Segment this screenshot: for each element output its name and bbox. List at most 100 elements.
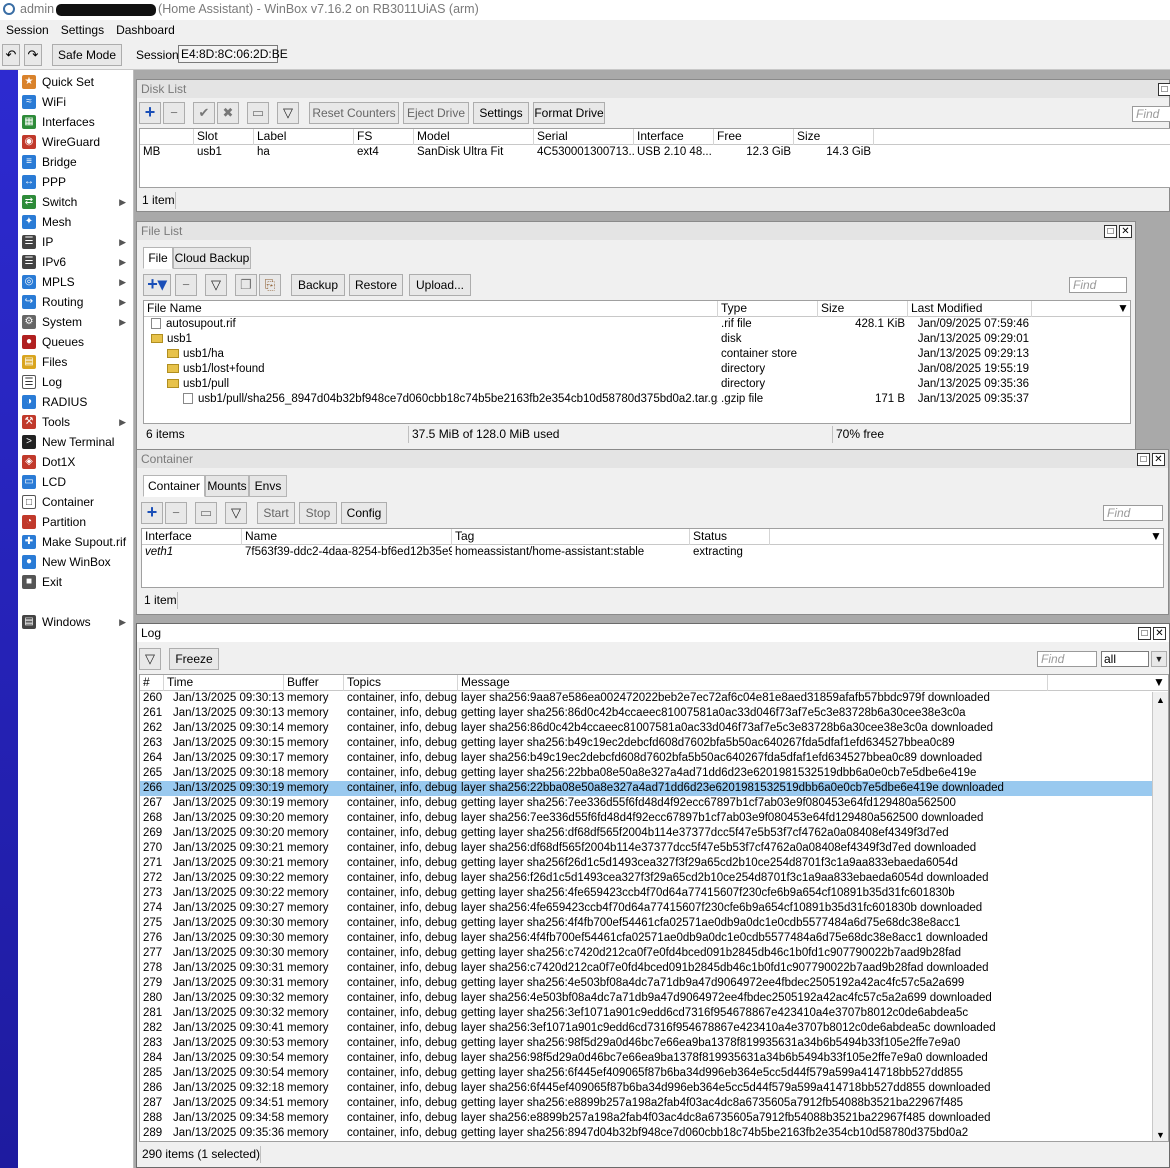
- scroll-up-icon[interactable]: ▲: [1156, 695, 1165, 705]
- sidebar-item-queues[interactable]: ● Queues: [22, 332, 132, 352]
- col-last-modified[interactable]: Last Modified: [908, 301, 1032, 317]
- log-row[interactable]: 286 Jan/13/2025 09:32:18 memory container, …: [140, 1081, 1152, 1096]
- remove-icon[interactable]: −: [163, 102, 185, 124]
- col-serial[interactable]: Serial: [534, 129, 634, 145]
- col-type[interactable]: Type: [718, 301, 818, 317]
- table-row[interactable]: usb1/pull/sha256_8947d04b32bf948ce7d060c…: [144, 392, 1130, 407]
- add-icon[interactable]: +: [141, 502, 163, 524]
- sidebar-item-windows[interactable]: ▤ Windows ▶: [22, 612, 132, 632]
- disk-settings-button[interactable]: Settings: [473, 102, 529, 124]
- log-row[interactable]: 260 Jan/13/2025 09:30:13 memory container, …: [140, 691, 1152, 706]
- col-free[interactable]: Free: [714, 129, 794, 145]
- log-row[interactable]: 285 Jan/13/2025 09:30:54 memory container, …: [140, 1066, 1152, 1081]
- upload-button[interactable]: Upload...: [409, 274, 471, 296]
- container-find-input[interactable]: Find: [1103, 505, 1163, 521]
- sidebar-item-make-supout-rif[interactable]: ✚ Make Supout.rif: [22, 532, 132, 552]
- column-menu-icon[interactable]: ▼: [1147, 529, 1163, 545]
- window-maximize-icon[interactable]: □: [1138, 627, 1151, 640]
- window-close-icon[interactable]: ✕: [1152, 453, 1165, 466]
- log-row[interactable]: 263 Jan/13/2025 09:30:15 memory container, …: [140, 736, 1152, 751]
- sidebar-item-new-winbox[interactable]: ● New WinBox: [22, 552, 132, 572]
- log-row[interactable]: 274 Jan/13/2025 09:30:27 memory container, …: [140, 901, 1152, 916]
- reset-counters-button[interactable]: Reset Counters: [309, 102, 399, 124]
- log-row[interactable]: 272 Jan/13/2025 09:30:22 memory container, …: [140, 871, 1152, 886]
- container-title[interactable]: Container: [137, 450, 1168, 468]
- start-button[interactable]: Start: [257, 502, 295, 524]
- sidebar-item-ppp[interactable]: ↔ PPP: [22, 172, 132, 192]
- redo-icon[interactable]: ↷: [24, 44, 42, 66]
- sidebar-item-system[interactable]: ⚙ System ▶: [22, 312, 132, 332]
- log-row[interactable]: 279 Jan/13/2025 09:30:31 memory container, …: [140, 976, 1152, 991]
- remove-icon[interactable]: −: [165, 502, 187, 524]
- sidebar-item-ipv6[interactable]: ☰ IPv6 ▶: [22, 252, 132, 272]
- col-flags[interactable]: [140, 129, 194, 145]
- log-row[interactable]: 277 Jan/13/2025 09:30:30 memory container, …: [140, 946, 1152, 961]
- sidebar-item-mesh[interactable]: ✦ Mesh: [22, 212, 132, 232]
- log-row[interactable]: 287 Jan/13/2025 09:34:51 memory container, …: [140, 1096, 1152, 1111]
- log-row[interactable]: 265 Jan/13/2025 09:30:18 memory container, …: [140, 766, 1152, 781]
- table-row[interactable]: autosupout.rif .rif file 428.1 KiB Jan/09/2…: [144, 317, 1130, 332]
- disable-icon[interactable]: ✖: [217, 102, 239, 124]
- window-maximize-icon[interactable]: □: [1158, 83, 1170, 96]
- col-status[interactable]: Status: [690, 529, 770, 545]
- log-row[interactable]: 268 Jan/13/2025 09:30:20 memory container, …: [140, 811, 1152, 826]
- disk-list-title[interactable]: Disk List: [137, 80, 1169, 98]
- log-scrollbar[interactable]: ▲ ▼: [1152, 692, 1168, 1141]
- comment-icon[interactable]: ▭: [247, 102, 269, 124]
- log-row[interactable]: 273 Jan/13/2025 09:30:22 memory container, …: [140, 886, 1152, 901]
- enable-icon[interactable]: ✔: [193, 102, 215, 124]
- freeze-button[interactable]: Freeze: [169, 648, 219, 670]
- log-row[interactable]: 269 Jan/13/2025 09:30:20 memory container, …: [140, 826, 1152, 841]
- sidebar-item-radius[interactable]: ◑ RADIUS: [22, 392, 132, 412]
- log-row[interactable]: 267 Jan/13/2025 09:30:19 memory container, …: [140, 796, 1152, 811]
- comment-icon[interactable]: ▭: [195, 502, 217, 524]
- window-close-icon[interactable]: ✕: [1119, 225, 1132, 238]
- add-icon[interactable]: +: [139, 102, 161, 124]
- paste-icon[interactable]: ⎘: [259, 274, 281, 296]
- tab-file[interactable]: File: [143, 247, 173, 269]
- table-row[interactable]: MB usb1 ha ext4 SanDisk Ultra Fit 4C5300…: [140, 145, 1170, 160]
- table-row[interactable]: usb1 disk Jan/13/2025 09:29:01: [144, 332, 1130, 347]
- log-row[interactable]: 276 Jan/13/2025 09:30:30 memory container, …: [140, 931, 1152, 946]
- sidebar-item-dot1x[interactable]: ◈ Dot1X: [22, 452, 132, 472]
- log-row[interactable]: 262 Jan/13/2025 09:30:14 memory container, …: [140, 721, 1152, 736]
- column-menu-icon[interactable]: ▼: [1150, 675, 1168, 691]
- log-find-input[interactable]: Find: [1037, 651, 1097, 667]
- sidebar-item-partition[interactable]: ◔ Partition: [22, 512, 132, 532]
- col-slot[interactable]: Slot: [194, 129, 254, 145]
- log-row[interactable]: 283 Jan/13/2025 09:30:53 memory container, …: [140, 1036, 1152, 1051]
- format-drive-button[interactable]: Format Drive: [533, 102, 605, 124]
- sidebar-item-tools[interactable]: ⚒ Tools ▶: [22, 412, 132, 432]
- sidebar-item-container[interactable]: □ Container: [22, 492, 132, 512]
- sidebar-item-switch[interactable]: ⇄ Switch ▶: [22, 192, 132, 212]
- log-row[interactable]: 282 Jan/13/2025 09:30:41 memory container, …: [140, 1021, 1152, 1036]
- undo-icon[interactable]: ↶: [2, 44, 20, 66]
- log-row[interactable]: 266 Jan/13/2025 09:30:19 memory container, …: [140, 781, 1152, 796]
- tab-container[interactable]: Container: [143, 475, 205, 497]
- menu-session[interactable]: Session: [4, 23, 51, 37]
- window-maximize-icon[interactable]: □: [1137, 453, 1150, 466]
- backup-button[interactable]: Backup: [291, 274, 345, 296]
- eject-drive-button[interactable]: Eject Drive: [403, 102, 469, 124]
- table-row[interactable]: veth1 7f563f39-ddc2-4daa-8254-bf6ed12b35…: [142, 545, 1163, 560]
- sidebar-item-lcd[interactable]: ▭ LCD: [22, 472, 132, 492]
- sidebar-item-log[interactable]: ☰ Log: [22, 372, 132, 392]
- sidebar-item-ip[interactable]: ☰ IP ▶: [22, 232, 132, 252]
- filter-icon[interactable]: ▽: [139, 648, 161, 670]
- col-model[interactable]: Model: [414, 129, 534, 145]
- session-field[interactable]: E4:8D:8C:06:2D:BE: [178, 45, 288, 63]
- sidebar-item-routing[interactable]: ↪ Routing ▶: [22, 292, 132, 312]
- col-fs[interactable]: FS: [354, 129, 414, 145]
- restore-button[interactable]: Restore: [349, 274, 403, 296]
- chevron-down-icon[interactable]: ▼: [1151, 651, 1167, 667]
- table-row[interactable]: usb1/ha container store Jan/13/2025 09:29:…: [144, 347, 1130, 362]
- file-list-title[interactable]: File List: [137, 222, 1135, 240]
- log-row[interactable]: 275 Jan/13/2025 09:30:30 memory container, …: [140, 916, 1152, 931]
- file-find-input[interactable]: Find: [1069, 277, 1127, 293]
- col-size[interactable]: Size: [818, 301, 908, 317]
- tab-envs[interactable]: Envs: [249, 475, 287, 497]
- window-maximize-icon[interactable]: □: [1104, 225, 1117, 238]
- sidebar-item-wireguard[interactable]: ◉ WireGuard: [22, 132, 132, 152]
- log-row[interactable]: 288 Jan/13/2025 09:34:58 memory container, …: [140, 1111, 1152, 1126]
- col-label[interactable]: Label: [254, 129, 354, 145]
